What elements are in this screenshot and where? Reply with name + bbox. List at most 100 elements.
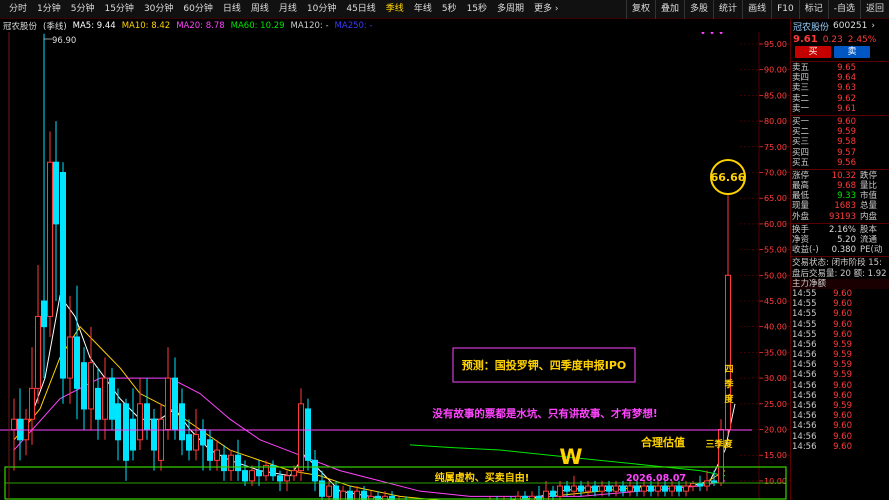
tick-time: 14:55 — [792, 329, 817, 340]
price-axis-label: 40.00 — [764, 323, 787, 332]
fiction-text: 纯属虚构、买卖自由! — [435, 471, 530, 484]
period-tab[interactable]: 月线 — [274, 0, 302, 19]
price-axis-label: 55.00 — [764, 246, 787, 255]
q4-char: 季 — [723, 378, 734, 390]
candle-body — [333, 485, 339, 500]
period-tab[interactable]: 60分钟 — [178, 0, 217, 19]
book-price[interactable]: 9.63 — [828, 83, 856, 93]
period-tab[interactable]: 年线 — [409, 0, 437, 19]
stock-more[interactable]: › — [871, 21, 875, 31]
ma60-label: MA60: 10.29 — [230, 20, 285, 31]
candlestick-chart[interactable]: 95.00 90.00 85.00 80.00 75.00 70.00 65.00 60.00… — [0, 32, 790, 500]
period-tab[interactable]: 5秒 — [437, 0, 462, 19]
period-tab[interactable]: 15秒 — [462, 0, 492, 19]
candle-body — [676, 485, 682, 492]
period-tab[interactable]: 季线 — [381, 0, 409, 19]
period-tab[interactable]: 15分钟 — [99, 0, 138, 19]
toolbar-tool[interactable]: 叠加 — [655, 0, 684, 19]
tick-row: 14:56 9.60 — [791, 411, 889, 421]
period-tab[interactable]: 多周期 — [492, 0, 529, 19]
bid-row: 买五 9.56 — [791, 158, 889, 168]
candle-body — [186, 434, 192, 451]
price-line: 9.61 0.23 2.45% — [791, 33, 889, 46]
ask-row: 卖一 9.61 — [791, 104, 889, 114]
candle-body — [564, 485, 570, 492]
price-axis-label: 80.00 — [764, 117, 787, 126]
fund-flow-header[interactable]: 主力净额 — [791, 278, 889, 289]
q4-char: 四 — [724, 364, 733, 375]
toolbar-tool[interactable]: 画线 — [742, 0, 771, 19]
period-tab[interactable]: 10分钟 — [302, 0, 341, 19]
period-tab[interactable]: 更多 › — [529, 0, 563, 19]
ma250-label: MA250: - — [334, 20, 373, 31]
tick-row: 14:56 9.60 — [791, 421, 889, 431]
stat-row: 外盘 93193 内盘 — [791, 212, 889, 222]
sell-button[interactable]: 卖 — [834, 46, 870, 58]
period-tab[interactable]: 日线 — [218, 0, 246, 19]
price-axis-label: 20.00 — [764, 426, 787, 435]
candle-body — [214, 449, 220, 461]
price-change-pct: 2.45% — [847, 34, 877, 45]
book-price[interactable]: 9.60 — [828, 117, 856, 127]
candle-body — [718, 429, 724, 484]
candle-body — [284, 475, 290, 482]
candle-body — [158, 418, 164, 461]
toolbar-tool[interactable]: F10 — [771, 0, 799, 19]
candle-body — [305, 408, 311, 461]
book-price[interactable]: 9.56 — [828, 158, 856, 168]
toolbar-tool[interactable]: 复权 — [626, 0, 655, 19]
stat-row: 最高 9.68 量比 — [791, 181, 889, 191]
candle-body — [151, 418, 157, 451]
book-price[interactable]: 9.64 — [828, 73, 856, 83]
candle-body — [627, 485, 633, 492]
candle-body — [585, 485, 591, 492]
candle-body — [249, 470, 255, 482]
stat-extra-label: 总量 — [860, 201, 878, 212]
period-tab[interactable]: 45日线 — [341, 0, 380, 19]
period-tab[interactable]: 5分钟 — [66, 0, 100, 19]
tick-price: 9.59 — [833, 339, 852, 350]
tick-price: 9.60 — [833, 390, 852, 401]
divider — [791, 222, 889, 224]
tick-time: 14:56 — [792, 350, 817, 361]
stat-row: 涨停 10.32 跌停 — [791, 171, 889, 181]
candle-body — [326, 485, 332, 497]
period-tab[interactable]: 周线 — [246, 0, 274, 19]
period-tab[interactable]: 1分钟 — [32, 0, 66, 19]
candle-body — [242, 470, 248, 482]
tick-row: 14:55 9.60 — [791, 299, 889, 309]
stat-value: 10.32 — [831, 170, 856, 181]
last-price: 9.61 — [793, 34, 818, 45]
buy-button[interactable]: 买 — [795, 46, 831, 58]
toolbar-tool[interactable]: 返回 — [859, 0, 889, 19]
w-mark: W — [559, 445, 582, 469]
ask-row: 卖五 9.65 — [791, 63, 889, 73]
period-tab[interactable]: 30分钟 — [139, 0, 178, 19]
toolbar-tool[interactable]: 标记 — [798, 0, 828, 19]
tick-row: 14:56 9.60 — [791, 442, 889, 452]
ma5-label: MA5: 9.44 — [72, 20, 116, 31]
stock-header: 冠农股份 600251 › — [791, 19, 889, 33]
toolbar-tool[interactable]: -自选 — [827, 0, 860, 19]
candle-body — [35, 315, 41, 389]
toolbar-tool[interactable]: 统计 — [713, 0, 742, 19]
candle-body — [550, 490, 556, 497]
book-price[interactable]: 9.57 — [828, 148, 856, 158]
tick-time: 14:56 — [792, 390, 817, 401]
period-tab[interactable]: 分时 — [4, 0, 32, 19]
tick-time: 14:56 — [792, 370, 817, 381]
book-price[interactable]: 9.65 — [828, 63, 856, 73]
tick-time: 14:55 — [792, 319, 817, 330]
quote-panel: 冠农股份 600251 › 9.61 0.23 2.45% 买 卖 卖五 9.65… — [790, 19, 889, 500]
book-price[interactable]: 9.61 — [828, 104, 856, 114]
book-price[interactable]: 9.58 — [828, 137, 856, 147]
stat-row: 最低 9.33 市值 — [791, 191, 889, 201]
chart-stock-name: 冠农股份 — [3, 21, 38, 32]
stat-row: 收益(-) 0.380 PE(动 — [791, 245, 889, 255]
book-price[interactable]: 9.62 — [828, 94, 856, 104]
stats-block-2: 换手 2.16% 股本 净资 5.20 流通 收益(-) 0.380 PE(动 — [791, 225, 889, 256]
tick-row: 14:56 9.60 — [791, 391, 889, 401]
book-price[interactable]: 9.59 — [828, 127, 856, 137]
candle-body — [130, 418, 136, 451]
toolbar-tool[interactable]: 多股 — [684, 0, 713, 19]
